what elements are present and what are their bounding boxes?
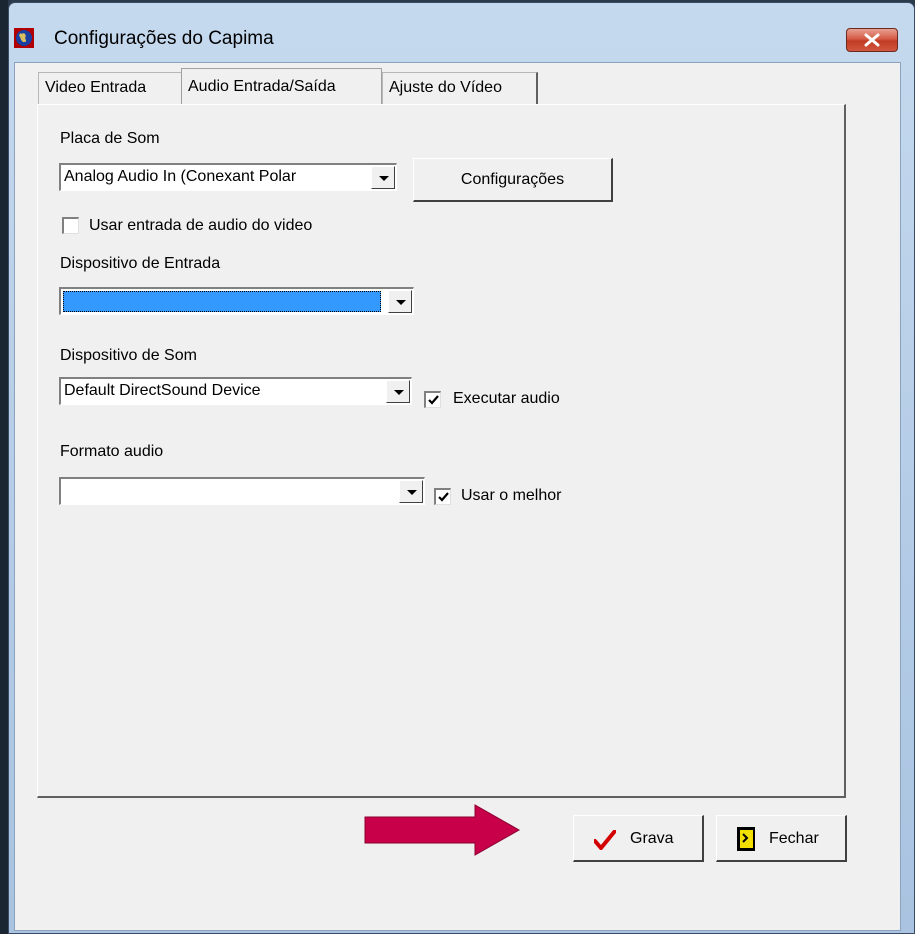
checkmark-icon <box>594 830 616 850</box>
chevron-down-icon[interactable] <box>386 380 410 403</box>
checkmark-icon <box>438 492 449 502</box>
use-video-audio-label: Usar entrada de audio do video <box>89 217 313 234</box>
window-title: Configurações do Capima <box>54 28 274 49</box>
save-button[interactable]: Grava <box>573 815 704 862</box>
sound-card-value: Analog Audio In (Conexant Polar <box>64 168 297 185</box>
audio-format-label: Formato audio <box>60 443 164 460</box>
sound-card-label: Placa de Som <box>60 130 160 147</box>
sound-card-select[interactable]: Analog Audio In (Conexant Polar <box>59 163 397 191</box>
use-video-audio-checkbox[interactable] <box>62 217 79 234</box>
exit-door-icon <box>737 827 755 851</box>
configuracoes-button[interactable]: Configurações <box>413 158 613 202</box>
chevron-down-icon[interactable] <box>371 166 395 189</box>
audio-format-select[interactable] <box>59 477 425 505</box>
use-best-label: Usar o melhor <box>461 487 562 504</box>
close-icon <box>864 33 880 47</box>
play-audio-checkbox[interactable] <box>424 391 441 408</box>
chevron-down-icon[interactable] <box>399 480 423 503</box>
play-audio-label: Executar audio <box>453 390 560 407</box>
tab-ajuste-do-video[interactable]: Ajuste do Vídeo <box>382 72 538 104</box>
sound-device-select[interactable]: Default DirectSound Device <box>59 377 412 405</box>
close-window-button[interactable] <box>846 28 898 52</box>
input-device-label: Dispositivo de Entrada <box>60 255 221 272</box>
use-best-checkbox[interactable] <box>434 488 451 505</box>
input-device-select[interactable] <box>59 287 414 315</box>
sound-device-label: Dispositivo de Som <box>60 347 197 364</box>
close-button[interactable]: Fechar <box>716 815 847 862</box>
checkmark-icon <box>428 395 439 405</box>
app-globe-icon <box>14 28 34 48</box>
annotation-arrow-icon <box>364 804 521 856</box>
save-button-label: Grava <box>630 830 674 847</box>
tab-video-entrada[interactable]: Video Entrada <box>38 72 182 104</box>
sound-device-value: Default DirectSound Device <box>64 382 261 399</box>
tab-audio-entrada-saida[interactable]: Audio Entrada/Saída <box>181 68 382 104</box>
close-button-label: Fechar <box>769 830 819 847</box>
desktop-edge <box>0 0 8 934</box>
input-device-selection <box>63 291 381 312</box>
chevron-down-icon[interactable] <box>388 290 412 313</box>
